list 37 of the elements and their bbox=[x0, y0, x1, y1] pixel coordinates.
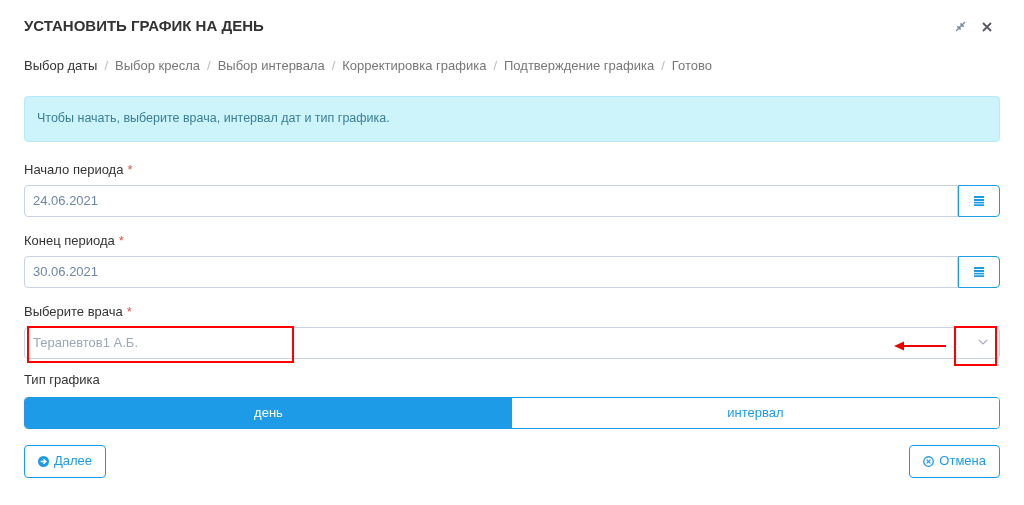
field-label: Начало периода bbox=[24, 161, 124, 178]
field-label: Конец периода bbox=[24, 232, 115, 249]
field-label: Выберите врача bbox=[24, 303, 123, 320]
breadcrumb-separator: / bbox=[104, 57, 108, 75]
cancel-icon bbox=[923, 455, 935, 467]
breadcrumb-separator: / bbox=[207, 57, 211, 75]
required-mark: * bbox=[118, 232, 124, 249]
calendar-button[interactable] bbox=[958, 255, 1000, 288]
calendar-icon bbox=[973, 194, 985, 207]
breadcrumb-separator: / bbox=[661, 57, 665, 75]
breadcrumb-step[interactable]: Готово bbox=[671, 56, 712, 76]
breadcrumb-step[interactable]: Корректировка графика bbox=[342, 56, 487, 76]
info-alert: Чтобы начать, выберите врача, интервал дат и тип графика. bbox=[24, 95, 1000, 142]
breadcrumb-separator: / bbox=[493, 57, 497, 75]
arrow-right-icon bbox=[38, 455, 49, 467]
date-field[interactable]: 30.06.2021 bbox=[24, 255, 958, 288]
breadcrumb-step[interactable]: Выбор даты bbox=[24, 56, 98, 76]
next-button[interactable]: Далее bbox=[24, 444, 107, 478]
calendar-icon bbox=[973, 265, 985, 278]
required-mark: * bbox=[127, 161, 133, 178]
breadcrumb-step[interactable]: Выбор интервала bbox=[217, 56, 325, 76]
chevron-down-icon[interactable] bbox=[978, 338, 988, 346]
collapse-icon[interactable] bbox=[955, 21, 966, 32]
breadcrumb-step[interactable]: Выбор кресла bbox=[115, 56, 200, 76]
breadcrumb-step[interactable]: Подтверждение графика bbox=[504, 56, 655, 76]
dialog-title: УСТАНОВИТЬ ГРАФИК НА ДЕНЬ bbox=[24, 16, 264, 37]
field-label: Тип графика bbox=[24, 371, 101, 388]
calendar-button[interactable] bbox=[958, 184, 1000, 217]
schedule-type-tab[interactable]: день bbox=[25, 397, 512, 428]
breadcrumb-separator: / bbox=[331, 57, 336, 75]
arrow bbox=[894, 341, 946, 351]
required-mark: * bbox=[126, 303, 132, 320]
cancel-button[interactable]: Отмена bbox=[909, 444, 1000, 478]
highlight-frame bbox=[954, 326, 997, 366]
date-field[interactable]: 24.06.2021 bbox=[24, 184, 958, 217]
doctor-select[interactable]: Терапевтов1 А.Б. bbox=[24, 326, 1000, 359]
close-icon[interactable] bbox=[982, 21, 992, 32]
